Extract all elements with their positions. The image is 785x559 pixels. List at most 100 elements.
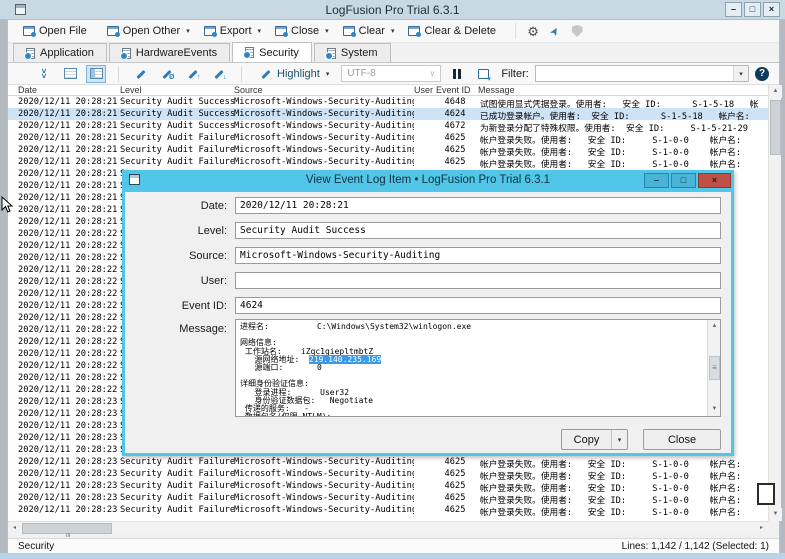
eventid-field[interactable]: 4624: [235, 297, 721, 314]
toolbar-button[interactable]: Clear ▾: [336, 21, 402, 41]
cell-source: Microsoft-Windows-Security-Auditing: [234, 481, 414, 491]
scroll-up-icon[interactable]: ▲: [708, 320, 721, 333]
file-toolbar-buttons: Open File Open Other ▾ Export ▾ Close ▾: [16, 21, 509, 41]
log-row[interactable]: 2020/12/11 20:28:23 Security Audit Failu…: [8, 492, 768, 504]
log-row[interactable]: 2020/12/11 20:28:23 Security Audit Failu…: [8, 480, 768, 492]
column-header-eventid[interactable]: Event ID: [436, 85, 471, 95]
log-row[interactable]: 2020/12/11 20:28:21 Security Audit Failu…: [8, 144, 768, 156]
admin-button[interactable]: [566, 21, 588, 41]
highlight-menu-button[interactable]: Highlight ▾: [254, 65, 335, 83]
highlight-add-button[interactable]: [131, 65, 151, 83]
log-row[interactable]: 2020/12/11 20:28:23 Security Audit Failu…: [8, 504, 768, 516]
encoding-select[interactable]: UTF-8 ∨: [341, 65, 441, 82]
view-columns-button[interactable]: [86, 65, 106, 83]
highlight-prev-button[interactable]: ↑: [183, 65, 203, 83]
filter-combobox: ▾: [535, 65, 749, 82]
gear-icon: ⚙: [527, 25, 539, 38]
scroll-left-icon[interactable]: ◂: [8, 522, 21, 535]
minimize-button[interactable]: –: [725, 2, 742, 17]
toolbar-button[interactable]: Export ▾: [197, 21, 268, 41]
horizontal-scrollbar-thumb[interactable]: ≡: [22, 523, 112, 534]
filter-dropdown-button[interactable]: ▾: [733, 66, 748, 81]
log-row[interactable]: 2020/12/11 20:28:21 Security Audit Succe…: [8, 108, 768, 120]
column-header-user[interactable]: User: [414, 85, 433, 95]
vertical-scrollbar[interactable]: ▲ ▼: [768, 85, 781, 521]
pause-button[interactable]: [447, 65, 467, 83]
maximize-button[interactable]: □: [744, 2, 761, 17]
log-tab[interactable]: Application: [13, 43, 107, 62]
cell-date: 2020/12/11 20:28:23: [18, 505, 119, 515]
cell-date: 2020/12/11 20:28:21: [18, 205, 119, 215]
column-header-date[interactable]: Date: [18, 85, 37, 95]
log-tab[interactable]: HardwareEvents: [109, 43, 230, 62]
log-row[interactable]: 2020/12/11 20:28:21 Security Audit Failu…: [8, 156, 768, 168]
close-button[interactable]: ×: [763, 2, 780, 17]
toolbar-button-label: Export: [220, 25, 252, 37]
cell-source: Microsoft-Windows-Security-Auditing: [234, 505, 414, 515]
level-field[interactable]: Security Audit Success: [235, 222, 721, 239]
autoscroll-button[interactable]: [473, 65, 493, 83]
cell-event-id: 4625: [438, 493, 472, 503]
mouse-cursor: [1, 196, 13, 214]
scroll-down-icon[interactable]: ▼: [769, 508, 782, 521]
log-row[interactable]: 2020/12/11 20:28:21 Security Audit Failu…: [8, 132, 768, 144]
column-header-level[interactable]: Level: [120, 85, 142, 95]
cell-date: 2020/12/11 20:28:22: [18, 361, 119, 371]
cell-date: 2020/12/11 20:28:22: [18, 265, 119, 275]
cell-message: 帐户登录失败。使用者: 安全 ID: S-1-0-0 帐户名:: [480, 505, 766, 518]
log-row[interactable]: 2020/12/11 20:28:23 Security Audit Failu…: [8, 456, 768, 468]
pin-button[interactable]: ➤: [544, 21, 566, 41]
date-field[interactable]: 2020/12/11 20:28:21: [235, 197, 721, 214]
highlight-next-button[interactable]: ↓: [209, 65, 229, 83]
log-tab[interactable]: System: [314, 43, 391, 62]
log-row[interactable]: 2020/12/11 20:28:21 Security Audit Succe…: [8, 96, 768, 108]
horizontal-scrollbar[interactable]: ◂ ≡ ▸: [8, 521, 768, 534]
pause-icon: [453, 69, 461, 79]
message-field[interactable]: 进程名: C:\Windows\System32\winlogon.exe 网络…: [235, 319, 721, 417]
help-button[interactable]: ?: [755, 67, 769, 81]
main-titlebar[interactable]: LogFusion Pro Trial 6.3.1 – □ ×: [0, 0, 785, 20]
toolbar-button[interactable]: Open File: [16, 21, 100, 41]
column-header-message[interactable]: Message: [478, 85, 515, 95]
cell-level: Security Audit Failure: [120, 481, 234, 491]
dialog-maximize-button[interactable]: □: [671, 173, 696, 188]
filter-input[interactable]: [536, 66, 733, 81]
cell-date: 2020/12/11 20:28:22: [18, 289, 119, 299]
cell-event-id: 4625: [438, 157, 472, 167]
log-tab-label: System: [341, 47, 378, 59]
toolbar-button[interactable]: Close ▾: [268, 21, 336, 41]
dialog-minimize-button[interactable]: –: [644, 173, 669, 188]
toolbar-button-label: Open Other: [123, 25, 180, 37]
encoding-value: UTF-8: [347, 68, 375, 79]
log-row[interactable]: 2020/12/11 20:28:21 Security Audit Succe…: [8, 120, 768, 132]
scroll-up-icon[interactable]: ▲: [769, 85, 782, 98]
cell-level: Security Audit Failure: [120, 469, 234, 479]
highlight-clear-button[interactable]: Ø: [157, 65, 177, 83]
user-field[interactable]: [235, 272, 721, 289]
column-header-source[interactable]: Source: [234, 85, 263, 95]
toolbar-button[interactable]: Clear & Delete: [401, 21, 509, 41]
dialog-close-action-button[interactable]: Close: [643, 429, 721, 450]
cell-date: 2020/12/11 20:28:23: [18, 397, 119, 407]
cell-source: Microsoft-Windows-Security-Auditing: [234, 469, 414, 479]
source-field[interactable]: Microsoft-Windows-Security-Auditing: [235, 247, 721, 264]
log-row[interactable]: 2020/12/11 20:28:23 Security Audit Failu…: [8, 468, 768, 480]
log-tab[interactable]: Security: [232, 42, 312, 62]
cell-date: 2020/12/11 20:28:21: [18, 157, 119, 167]
expand-all-button[interactable]: ˅˅: [34, 65, 54, 83]
scroll-down-icon[interactable]: ▼: [708, 403, 721, 416]
vertical-scrollbar-thumb[interactable]: [770, 100, 781, 155]
settings-button[interactable]: ⚙: [522, 21, 544, 41]
copy-button[interactable]: Copy ▾: [561, 429, 628, 450]
message-scrollbar[interactable]: ▲ ≡ ▼: [707, 320, 720, 416]
dialog-title: View Event Log Item • LogFusion Pro Tria…: [122, 174, 734, 186]
dialog-close-button[interactable]: ×: [698, 173, 731, 188]
cell-date: 2020/12/11 20:28:23: [18, 421, 119, 431]
dialog-titlebar[interactable]: View Event Log Item • LogFusion Pro Tria…: [122, 170, 734, 192]
toolbar-button-label: Open File: [39, 25, 87, 37]
cell-date: 2020/12/11 20:28:23: [18, 445, 119, 455]
scroll-right-icon[interactable]: ▸: [755, 522, 768, 535]
message-scrollbar-thumb[interactable]: ≡: [709, 356, 720, 380]
view-plain-button[interactable]: [60, 65, 80, 83]
toolbar-button[interactable]: Open Other ▾: [100, 21, 197, 41]
